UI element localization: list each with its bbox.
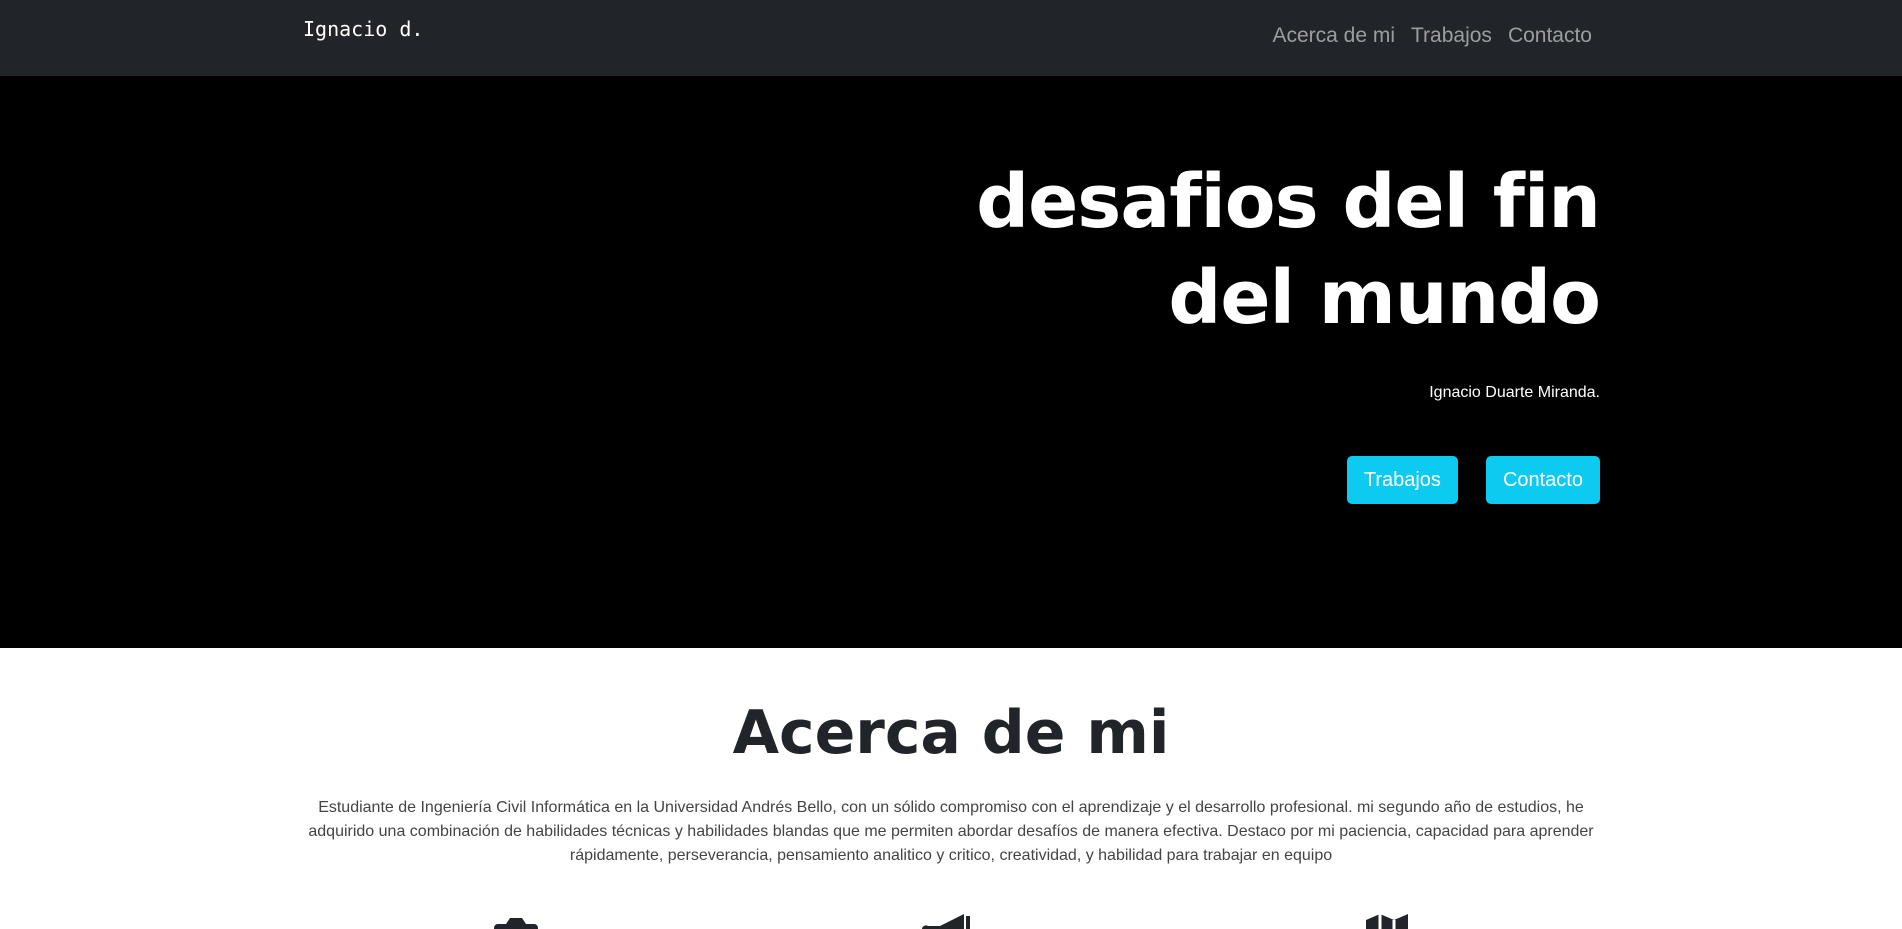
camera-icon — [494, 918, 538, 929]
about-title: Acerca de mi — [732, 698, 1170, 768]
nav-link-trabajos[interactable]: Trabajos — [1411, 24, 1492, 48]
nav-link-contacto[interactable]: Contacto — [1508, 24, 1592, 48]
contacto-button[interactable]: Contacto — [1485, 456, 1600, 504]
hero-buttons: Trabajos Contacto — [1346, 456, 1600, 504]
hero-section: desafios del fin del mundo Ignacio Duart… — [0, 76, 1902, 648]
about-text: Estudiante de Ingeniería Civil Informáti… — [308, 799, 1594, 864]
navbar: Ignacio d. Acerca de mi Trabajos Contact… — [0, 0, 1902, 76]
hero-title: desafios del fin del mundo — [900, 154, 1601, 346]
brand-link[interactable]: Ignacio d. — [303, 17, 423, 41]
nav-link-acerca[interactable]: Acerca de mi — [1272, 24, 1395, 48]
map-icon — [1366, 914, 1408, 929]
hero-title-line1: desafios del fin — [976, 159, 1601, 245]
trabajos-button[interactable]: Trabajos — [1346, 456, 1458, 504]
megaphone-icon — [922, 914, 970, 929]
hero-subtitle: Ignacio Duarte Miranda. — [1429, 384, 1600, 401]
nav-links: Acerca de mi Trabajos Contacto — [1272, 24, 1592, 48]
about-section: Acerca de mi Estudiante de Ingeniería Ci… — [0, 648, 1902, 929]
hero-title-line2: del mundo — [1168, 255, 1601, 341]
